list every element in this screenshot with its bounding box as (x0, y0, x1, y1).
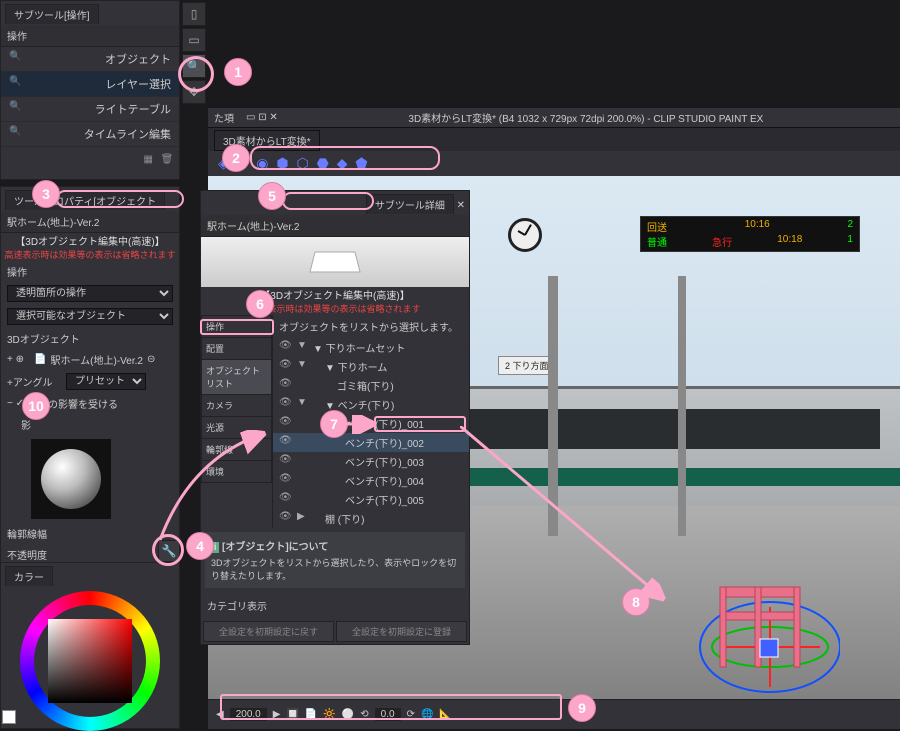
panel-icon-2[interactable]: 🗑 (159, 151, 175, 167)
sign-dest-1: 回送 (647, 219, 667, 234)
tree-bench-2[interactable]: 👁ベンチ(下り)_002 (273, 433, 469, 452)
prop-op-label: 操作 (7, 264, 27, 279)
category-label[interactable]: カテゴリ表示 (201, 592, 469, 619)
tree-bench-3[interactable]: 👁ベンチ(下り)_003 (273, 452, 469, 471)
bb-icon[interactable]: ⟲ (360, 709, 368, 720)
winbar-fragment: た項 (214, 110, 234, 125)
toolprop-tab[interactable]: ツールプロパティ[オブジェクト (5, 190, 165, 210)
subtool-item-object[interactable]: オブジェクト (1, 47, 179, 72)
pillar (548, 276, 558, 536)
zoom-value[interactable]: 200.0 (230, 708, 267, 721)
zoom-out[interactable]: ◀ (216, 709, 224, 720)
dtab-op[interactable]: 操作 (201, 315, 272, 338)
dtab-env[interactable]: 環境 (201, 460, 272, 483)
laptop-icon (305, 247, 365, 277)
toolprop-title: 駅ホーム(地上)-Ver.2 (1, 211, 179, 233)
platform-sign: 2 下り方面 (498, 356, 556, 375)
prop-opacity: 不透明度 (7, 547, 47, 562)
sign-track-1: 2 (847, 219, 853, 234)
vtool-2[interactable]: ▭ (182, 28, 206, 52)
save-button[interactable]: 全設定を初期設定に登録 (336, 621, 467, 642)
detail-warn: 高速表示時は効果等の表示は省略されます (201, 302, 469, 315)
manipulator-icons[interactable]: ◈ ✦ ◉ ⬢ ⬡ ⬣ ◆ ⬟ (218, 155, 370, 171)
dtab-camera[interactable]: カメラ (201, 394, 272, 417)
train (448, 386, 900, 506)
clock-icon (508, 218, 542, 252)
detail-desc: オブジェクトをリストから選択します。 (273, 315, 469, 338)
subtool-item-layer[interactable]: レイヤー選択 (1, 72, 179, 97)
prop-objname[interactable]: 駅ホーム(地上)-Ver.2 (50, 352, 143, 367)
pillar (678, 276, 686, 536)
prop-outline: 輪郭線幅 (7, 526, 47, 541)
sign-track-2: 1 (847, 234, 853, 249)
bb-icon[interactable]: ⚪ (342, 709, 354, 720)
prop-angle[interactable]: +アングル (7, 374, 52, 389)
annot-ring-1 (178, 56, 214, 92)
sphere-preview[interactable] (31, 439, 111, 519)
badge-1: 1 (224, 58, 252, 86)
close-icon[interactable]: ✕ (457, 200, 465, 211)
toolprop-warn: 高速表示時は効果等の表示は省略されます (1, 248, 179, 261)
subtool-item-lighttable[interactable]: ライトテーブル (1, 97, 179, 122)
document-tab[interactable]: 3D素材からLT変換* (214, 130, 320, 151)
bb-icon[interactable]: 🔲 (286, 709, 298, 720)
annot-ring-4 (152, 534, 184, 566)
zoom-in[interactable]: ▶ (273, 709, 281, 720)
panel-icon-1[interactable]: ▦ (140, 151, 156, 167)
info-title: [オブジェクト]について (222, 542, 328, 553)
color-tab[interactable]: カラー (5, 566, 53, 586)
win-ctrl[interactable]: ▭ ⊡ ✕ (246, 112, 278, 123)
tree-homeset[interactable]: 👁▼▼ 下りホームセット (273, 338, 469, 357)
sign-dest-2b: 急行 (712, 234, 732, 249)
tree-home[interactable]: 👁▼▼ 下りホーム (273, 357, 469, 376)
bb-icon[interactable]: 🔆 (323, 709, 335, 720)
detail-tab[interactable]: サブツール詳細 (366, 194, 454, 214)
detail-editmode: 【3Dオブジェクト編集中(高速)】 (201, 287, 469, 302)
subtool-tab[interactable]: サブツール[操作] (5, 4, 99, 24)
prop-preset[interactable]: プリセット (66, 373, 146, 390)
sign-time-2: 10:18 (777, 234, 802, 249)
prop-transparent[interactable]: 透明箇所の操作 (7, 285, 173, 302)
tree-bench-1[interactable]: 👁ベンチ(下り)_001 (273, 414, 469, 433)
tree-trash[interactable]: 👁ゴミ箱(下り) (273, 376, 469, 395)
window-title: 3D素材からLT変換* (B4 1032 x 729px 72dpi 200.0… (278, 110, 894, 125)
detail-title: 駅ホーム(地上)-Ver.2 (201, 215, 469, 237)
prop-selectable[interactable]: 選択可能なオブジェクト (7, 308, 173, 325)
vtool-1[interactable]: ▯ (182, 2, 206, 26)
subtool-item-timeline[interactable]: タイムライン編集 (1, 122, 179, 147)
prop-shadow: 影 (21, 417, 31, 432)
reset-button[interactable]: 全設定を初期設定に戻す (203, 621, 334, 642)
prop-3d-label: 3Dオブジェクト (7, 331, 80, 346)
bb-icon[interactable]: 📐 (439, 709, 451, 720)
tree-bench-5[interactable]: 👁ベンチ(下り)_005 (273, 490, 469, 509)
rot-value[interactable]: 0.0 (375, 708, 401, 721)
bb-icon[interactable]: ⟳ (407, 709, 415, 720)
subtool-group: 操作 (1, 25, 179, 47)
bb-icon[interactable]: 📄 (305, 709, 317, 720)
dtab-outline[interactable]: 輪郭線 (201, 438, 272, 461)
dtab-light[interactable]: 光源 (201, 416, 272, 439)
info-icon: i (211, 542, 219, 553)
selected-bench[interactable] (660, 557, 840, 697)
tree-bench-4[interactable]: 👁ベンチ(下り)_004 (273, 471, 469, 490)
tree-benchgrp[interactable]: 👁▼▼ ベンチ(下り) (273, 395, 469, 414)
dtab-layout[interactable]: 配置 (201, 337, 272, 360)
bb-icon[interactable]: 🌐 (421, 709, 433, 720)
sign-dest-2a: 普通 (647, 234, 667, 249)
tree-shelf[interactable]: 👁▶棚 (下り) (273, 509, 469, 528)
color-wheel[interactable] (20, 591, 160, 731)
toolprop-editmode: 【3Dオブジェクト編集中(高速)】 (1, 233, 179, 248)
swatch[interactable] (2, 710, 16, 724)
prop-light[interactable]: 光源の影響を受ける (28, 396, 118, 411)
info-body: 3Dオブジェクトをリストから選択したり、表示やロックを切り替えたりします。 (211, 556, 459, 582)
sign-time-1: 10:16 (745, 219, 770, 234)
